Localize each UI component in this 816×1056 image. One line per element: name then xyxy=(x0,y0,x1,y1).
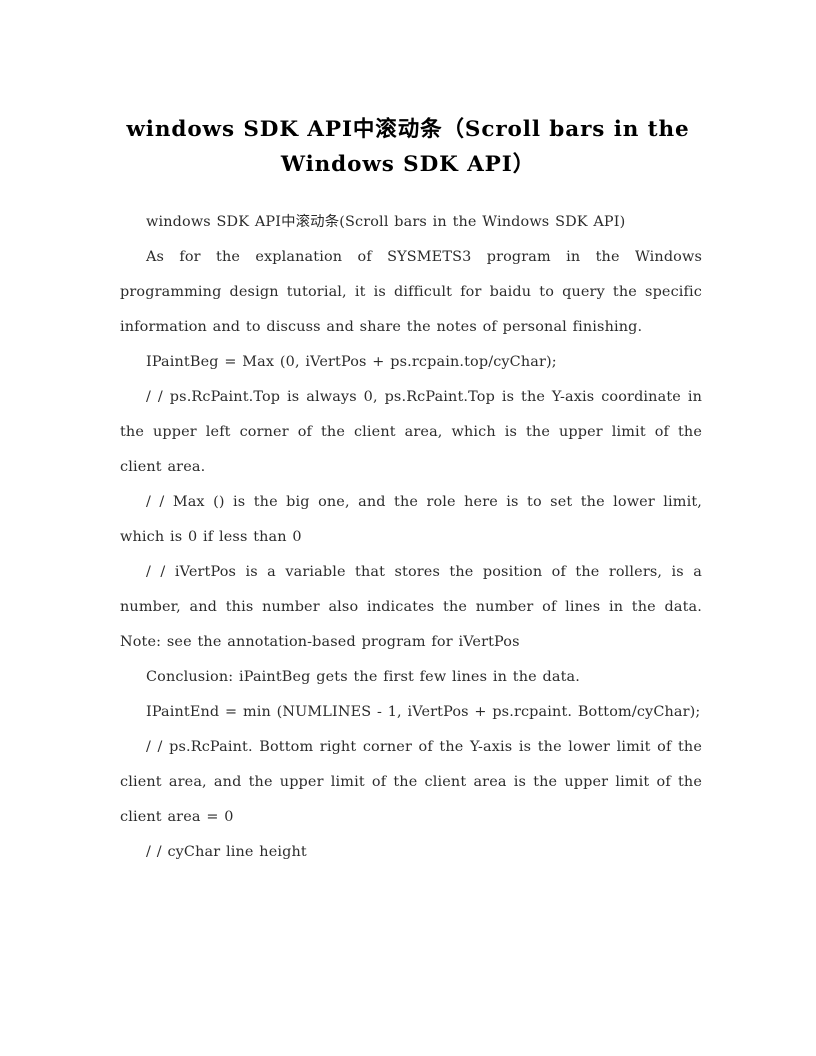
document-body: windows SDK API中滚动条(Scroll bars in the W… xyxy=(120,205,702,870)
paragraph: / / iVertPos is a variable that stores t… xyxy=(120,564,702,650)
paragraph: / / cyChar line height xyxy=(146,844,307,860)
paragraph: Conclusion: iPaintBeg gets the first few… xyxy=(146,669,580,685)
paragraph: windows SDK API中滚动条(Scroll bars in the W… xyxy=(146,214,626,230)
paragraph: / / ps.RcPaint. Bottom right corner of t… xyxy=(120,739,702,825)
paragraph: / / Max () is the big one, and the role … xyxy=(120,494,702,545)
paragraph: IPaintBeg = Max (0, iVertPos + ps.rcpain… xyxy=(146,354,557,370)
paragraph: IPaintEnd = min (NUMLINES - 1, iVertPos … xyxy=(146,704,701,720)
document-page: windows SDK API中滚动条（Scroll bars in the W… xyxy=(0,0,816,1056)
page-title: windows SDK API中滚动条（Scroll bars in the W… xyxy=(126,117,690,177)
paragraph: / / ps.RcPaint.Top is always 0, ps.RcPai… xyxy=(120,389,702,475)
paragraph: As for the explanation of SYSMETS3 progr… xyxy=(120,249,702,335)
